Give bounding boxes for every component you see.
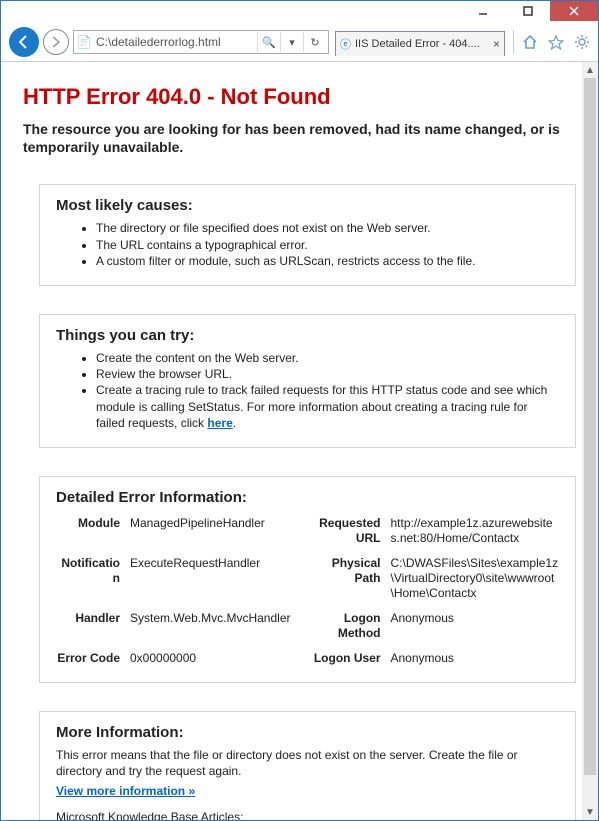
- kb-articles-label: Microsoft Knowledge Base Articles:: [56, 809, 559, 820]
- scroll-thumb[interactable]: [584, 78, 596, 775]
- try-list: Create the content on the Web server. Re…: [56, 350, 559, 431]
- forward-button[interactable]: [43, 29, 69, 55]
- back-button[interactable]: [9, 27, 39, 57]
- tab-title: IIS Detailed Error - 404....: [355, 38, 489, 50]
- maximize-button[interactable]: [505, 1, 550, 21]
- tools-icon[interactable]: [570, 30, 594, 54]
- requested-url-label: Requested URL: [309, 516, 381, 546]
- minimize-button[interactable]: [460, 1, 505, 21]
- try-item3-suffix: .: [233, 416, 236, 430]
- tab-strip: ⓔ IIS Detailed Error - 404.... ×: [335, 29, 505, 55]
- details-grid: Module ManagedPipelineHandler Requested …: [56, 516, 559, 666]
- notification-label: Notification: [56, 556, 120, 601]
- content-area: HTTP Error 404.0 - Not Found The resourc…: [1, 62, 598, 820]
- causes-list: The directory or file specified does not…: [56, 220, 559, 269]
- dropdown-icon[interactable]: ▾: [280, 32, 303, 52]
- notification-value: ExecuteRequestHandler: [130, 556, 299, 601]
- vertical-scrollbar[interactable]: ▲ ▼: [582, 62, 598, 820]
- more-info-text: This error means that the file or direct…: [56, 747, 559, 779]
- home-icon[interactable]: [518, 30, 542, 54]
- list-item: Review the browser URL.: [96, 366, 559, 382]
- tab-close-icon[interactable]: ×: [493, 37, 500, 51]
- error-page: HTTP Error 404.0 - Not Found The resourc…: [1, 62, 598, 820]
- list-item: The directory or file specified does not…: [96, 220, 559, 236]
- requested-url-value: http://example1z.azurewebsites.net:80/Ho…: [391, 516, 560, 546]
- module-label: Module: [56, 516, 120, 546]
- tab-active[interactable]: ⓔ IIS Detailed Error - 404.... ×: [335, 31, 505, 56]
- scroll-track[interactable]: [582, 78, 598, 804]
- favorites-icon[interactable]: [544, 30, 568, 54]
- view-more-link[interactable]: View more information »: [56, 784, 195, 798]
- handler-value: System.Web.Mvc.MvcHandler: [130, 611, 299, 641]
- causes-heading: Most likely causes:: [56, 197, 559, 214]
- address-url: C:\detailederrorlog.html: [94, 35, 257, 49]
- try-panel: Things you can try: Create the content o…: [39, 314, 576, 448]
- try-item3-prefix: Create a tracing rule to track failed re…: [96, 383, 547, 429]
- search-icon[interactable]: 🔍: [257, 32, 280, 52]
- logon-method-label: Logon Method: [309, 611, 381, 641]
- ie-favicon-icon: ⓔ: [340, 36, 351, 52]
- details-panel: Detailed Error Information: Module Manag…: [39, 476, 576, 683]
- address-controls: 🔍 ▾ ↻: [257, 32, 328, 52]
- details-heading: Detailed Error Information:: [56, 489, 559, 506]
- error-code-label: Error Code: [56, 651, 120, 666]
- more-info-panel: More Information: This error means that …: [39, 711, 576, 820]
- logon-user-label: Logon User: [309, 651, 381, 666]
- scroll-up-icon[interactable]: ▲: [582, 62, 598, 78]
- causes-panel: Most likely causes: The directory or fil…: [39, 184, 576, 286]
- browser-window: 📄 C:\detailederrorlog.html 🔍 ▾ ↻ ⓔ IIS D…: [0, 0, 599, 821]
- handler-label: Handler: [56, 611, 120, 641]
- scroll-down-icon[interactable]: ▼: [582, 804, 598, 820]
- error-code-value: 0x00000000: [130, 651, 299, 666]
- window-controls: [460, 1, 598, 21]
- physical-path-value: C:\DWASFiles\Sites\example1z\VirtualDire…: [391, 556, 560, 601]
- physical-path-label: Physical Path: [309, 556, 381, 601]
- logon-user-value: Anonymous: [391, 651, 560, 666]
- error-heading: HTTP Error 404.0 - Not Found: [23, 84, 576, 110]
- nav-bar: 📄 C:\detailederrorlog.html 🔍 ▾ ↻ ⓔ IIS D…: [1, 23, 598, 62]
- logon-method-value: Anonymous: [391, 611, 560, 641]
- module-value: ManagedPipelineHandler: [130, 516, 299, 546]
- close-button[interactable]: [550, 1, 598, 21]
- list-item: Create a tracing rule to track failed re…: [96, 382, 559, 431]
- command-bar: [513, 30, 594, 54]
- try-heading: Things you can try:: [56, 327, 559, 344]
- error-summary: The resource you are looking for has bee…: [23, 120, 576, 156]
- list-item: The URL contains a typographical error.: [96, 237, 559, 253]
- more-info-heading: More Information:: [56, 724, 559, 741]
- address-bar[interactable]: 📄 C:\detailederrorlog.html 🔍 ▾ ↻: [73, 30, 329, 54]
- refresh-icon[interactable]: ↻: [303, 32, 326, 52]
- list-item: A custom filter or module, such as URLSc…: [96, 253, 559, 269]
- list-item: Create the content on the Web server.: [96, 350, 559, 366]
- tracing-here-link[interactable]: here: [207, 416, 232, 430]
- page-favicon-icon: 📄: [74, 35, 94, 49]
